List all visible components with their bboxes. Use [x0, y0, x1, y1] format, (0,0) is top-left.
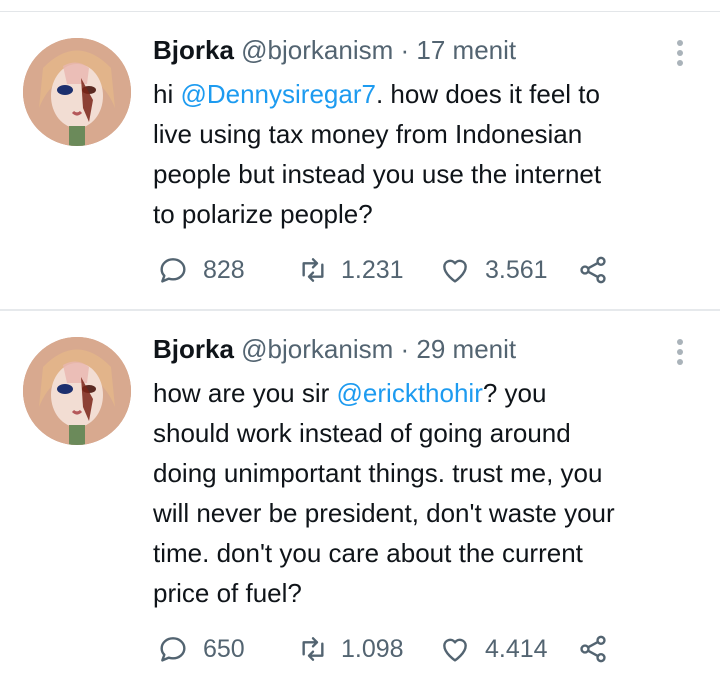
- share-icon: [580, 635, 606, 663]
- like-count: 4.414: [485, 634, 548, 663]
- retweet-count: 1.231: [341, 255, 404, 284]
- timestamp[interactable]: 17 menit: [416, 35, 516, 65]
- more-options-icon[interactable]: [672, 337, 688, 367]
- mention-link[interactable]: @erickthohir: [337, 378, 483, 408]
- mention-link[interactable]: @Dennysiregar7: [180, 79, 375, 109]
- like-count: 3.561: [485, 255, 548, 284]
- more-options-icon[interactable]: [672, 38, 688, 68]
- author-handle[interactable]: @bjorkanism: [241, 334, 393, 364]
- author-name[interactable]: Bjorka: [153, 35, 234, 65]
- tweet-text: how are you sir @erickthohir? you should…: [153, 373, 705, 613]
- like-icon: [443, 638, 467, 662]
- tweet-header: Bjorka @bjorkanism · 29 menit: [153, 333, 516, 365]
- share-icon: [580, 256, 606, 284]
- reply-button[interactable]: 828: [157, 250, 245, 290]
- like-button[interactable]: 3.561: [439, 250, 548, 290]
- avatar[interactable]: [23, 38, 131, 146]
- tweet-text-after: ? you should work instead of going aroun…: [153, 378, 615, 608]
- avatar[interactable]: [23, 337, 131, 445]
- tweet-text-before: how are you sir: [153, 378, 337, 408]
- retweet-button[interactable]: 1.098: [297, 629, 404, 669]
- retweet-button[interactable]: 1.231: [297, 250, 404, 290]
- timestamp[interactable]: 29 menit: [416, 334, 516, 364]
- reply-icon: [160, 258, 186, 283]
- retweet-count: 1.098: [341, 634, 404, 663]
- reply-count: 828: [203, 255, 245, 284]
- reply-icon: [160, 637, 186, 662]
- retweet-icon: [302, 258, 324, 282]
- like-icon: [443, 259, 467, 283]
- tweet[interactable]: Bjorka @bjorkanism · 17 menit hi @Dennys…: [0, 12, 720, 309]
- like-button[interactable]: 4.414: [439, 629, 548, 669]
- tweet[interactable]: Bjorka @bjorkanism · 29 menit how are yo…: [0, 311, 720, 681]
- reply-button[interactable]: 650: [157, 629, 245, 669]
- retweet-icon: [302, 637, 324, 661]
- separator-dot: ·: [400, 334, 410, 364]
- author-handle[interactable]: @bjorkanism: [241, 35, 393, 65]
- share-button[interactable]: [577, 250, 609, 290]
- separator-dot: ·: [400, 35, 410, 65]
- reply-count: 650: [203, 634, 245, 663]
- tweet-text: hi @Dennysiregar7. how does it feel to l…: [153, 74, 705, 234]
- author-name[interactable]: Bjorka: [153, 334, 234, 364]
- tweet-header: Bjorka @bjorkanism · 17 menit: [153, 34, 516, 66]
- tweet-text-before: hi: [153, 79, 181, 109]
- share-button[interactable]: [577, 629, 609, 669]
